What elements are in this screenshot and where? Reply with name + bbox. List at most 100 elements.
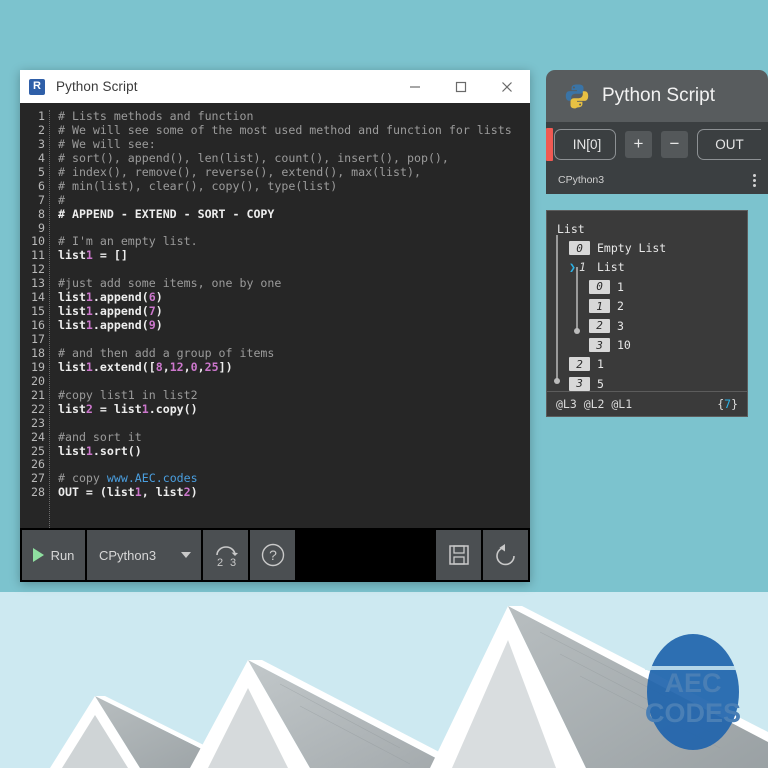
input-port-label: IN[0] — [572, 136, 602, 152]
line-number: 22 — [31, 401, 45, 416]
code-line[interactable] — [58, 222, 530, 236]
remove-port-button[interactable]: − — [661, 130, 688, 158]
code-line[interactable]: list1.append(6) — [58, 290, 530, 305]
code-line[interactable] — [58, 333, 530, 347]
line-number: 24 — [31, 429, 45, 444]
code-line[interactable]: list1.append(9) — [58, 318, 530, 333]
preview-row-value: 2 — [617, 299, 624, 314]
code-line[interactable]: # — [58, 193, 530, 208]
editor-toolbar: Run CPython3 2 3 ? — [20, 528, 530, 582]
kebab-menu-icon[interactable] — [753, 172, 756, 189]
line-number: 25 — [31, 443, 45, 458]
code-line[interactable]: #just add some items, one by one — [58, 276, 530, 291]
svg-text:?: ? — [269, 547, 277, 563]
code-line[interactable]: # Lists methods and function — [58, 110, 530, 124]
preview-row-index: 1 — [589, 299, 610, 314]
add-port-button[interactable]: + — [625, 130, 652, 158]
preview-tree-row[interactable]: ❯ 1 List — [555, 258, 747, 277]
code-line[interactable]: # We will see some of the most used meth… — [58, 123, 530, 138]
code-line[interactable]: # We will see: — [58, 137, 530, 152]
code-line[interactable]: #and sort it — [58, 430, 530, 445]
node-header[interactable]: Python Script — [546, 70, 768, 122]
node-title: Python Script — [602, 85, 715, 106]
line-number-gutter: 1 2 3 4 5 6 7 8 9 10 11 12 13 14 15 16 17 18 19 20 21 22 23 24 2… — [20, 109, 50, 528]
preview-count-value: 7 — [724, 397, 732, 411]
node-ports-row: IN[0] + − OUT — [546, 122, 768, 166]
code-line[interactable]: # copy www.AEC.codes — [58, 471, 530, 486]
line-number: 13 — [31, 276, 45, 291]
line-number: 1 — [38, 109, 45, 123]
code-line[interactable]: # min(list), clear(), copy(), type(list) — [58, 179, 530, 194]
preview-tree-row[interactable]: 01 — [555, 277, 747, 296]
chevron-down-icon — [181, 552, 191, 558]
code-line[interactable]: list1.extend([8,12,0,25]) — [58, 360, 530, 375]
python2-to-3-migrate-button[interactable]: 2 3 — [203, 530, 248, 580]
preview-root-row: List — [555, 219, 747, 238]
aec-codes-logo: AEC CODES — [645, 630, 741, 755]
question-mark-icon: ? — [261, 543, 284, 567]
code-line[interactable]: list1.sort() — [58, 444, 530, 459]
preview-row-value: 10 — [617, 338, 631, 353]
line-number: 27 — [31, 471, 45, 486]
preview-row-value: Empty List — [597, 241, 667, 256]
window-title-bar[interactable]: R Python Script — [20, 70, 530, 103]
code-line[interactable]: list1 = [] — [58, 248, 530, 263]
save-floppy-icon — [448, 545, 469, 565]
code-line[interactable] — [58, 263, 530, 277]
expand-caret-icon[interactable]: ❯ — [569, 260, 576, 274]
output-port-label: OUT — [715, 136, 744, 152]
preview-tree-row[interactable]: 21 — [555, 355, 747, 374]
code-text[interactable]: # Lists methods and function # We will se… — [50, 110, 530, 528]
code-line[interactable]: # index(), remove(), reverse(), extend()… — [58, 165, 530, 180]
tree-connector-root — [556, 235, 558, 381]
code-line[interactable] — [58, 458, 530, 472]
line-number: 6 — [38, 178, 45, 193]
preview-tree-row[interactable]: 23 — [555, 316, 747, 335]
save-button[interactable] — [436, 530, 481, 580]
code-line[interactable]: list1.append(7) — [58, 304, 530, 319]
aec-logo-line1: AEC — [664, 668, 721, 698]
code-line[interactable] — [58, 417, 530, 431]
line-number: 14 — [31, 290, 45, 305]
input-port-in0[interactable]: IN[0] — [546, 127, 616, 161]
revit-r-icon: R — [29, 78, 45, 95]
preview-count: {7} — [717, 397, 738, 411]
code-line[interactable]: # I'm an empty list. — [58, 234, 530, 249]
code-line[interactable]: # sort(), append(), len(list), count(), … — [58, 151, 530, 166]
line-number: 15 — [31, 304, 45, 319]
line-number: 11 — [31, 248, 45, 263]
line-number: 8 — [38, 206, 45, 221]
revert-button[interactable] — [483, 530, 528, 580]
preview-root-label: List — [557, 221, 585, 236]
preview-tree-row[interactable]: 12 — [555, 297, 747, 316]
code-line[interactable]: #copy list1 in list2 — [58, 388, 530, 403]
code-editor[interactable]: 1 2 3 4 5 6 7 8 9 10 11 12 13 14 15 16 17 18 19 20 21 22 23 24 2… — [20, 103, 530, 528]
toolbar-spacer — [297, 530, 434, 580]
help-button[interactable]: ? — [250, 530, 295, 580]
minimize-icon[interactable] — [392, 70, 438, 103]
close-icon[interactable] — [484, 70, 530, 103]
python-logo-icon — [564, 83, 590, 109]
line-number: 3 — [38, 136, 45, 151]
run-button[interactable]: Run — [22, 530, 85, 580]
node-engine-row: CPython3 — [546, 166, 768, 194]
revert-arrow-icon — [495, 544, 515, 566]
preview-row-value: 1 — [617, 279, 624, 294]
maximize-icon[interactable] — [438, 70, 484, 103]
code-line[interactable]: # and then add a group of items — [58, 346, 530, 361]
svg-text:2: 2 — [217, 557, 223, 568]
code-line[interactable]: OUT = (list1, list2) — [58, 485, 530, 500]
tree-connector-child — [576, 267, 578, 331]
play-icon — [32, 548, 44, 562]
port-status-indicator — [546, 127, 553, 161]
preview-tree[interactable]: List 0Empty List❯1List011223310213544 — [547, 211, 747, 411]
code-line[interactable] — [58, 375, 530, 389]
engine-dropdown[interactable]: CPython3 — [87, 530, 201, 580]
tree-connector-root-end — [553, 378, 560, 384]
output-port-out[interactable]: OUT — [697, 128, 761, 160]
preview-tree-row[interactable]: 3 10 — [555, 335, 747, 354]
code-line[interactable]: # APPEND - EXTEND - SORT - COPY — [58, 207, 530, 222]
code-line[interactable]: list2 = list1.copy() — [58, 402, 530, 417]
preview-row-index: 2 — [569, 357, 590, 372]
preview-tree-row[interactable]: 0 Empty List — [555, 238, 747, 257]
